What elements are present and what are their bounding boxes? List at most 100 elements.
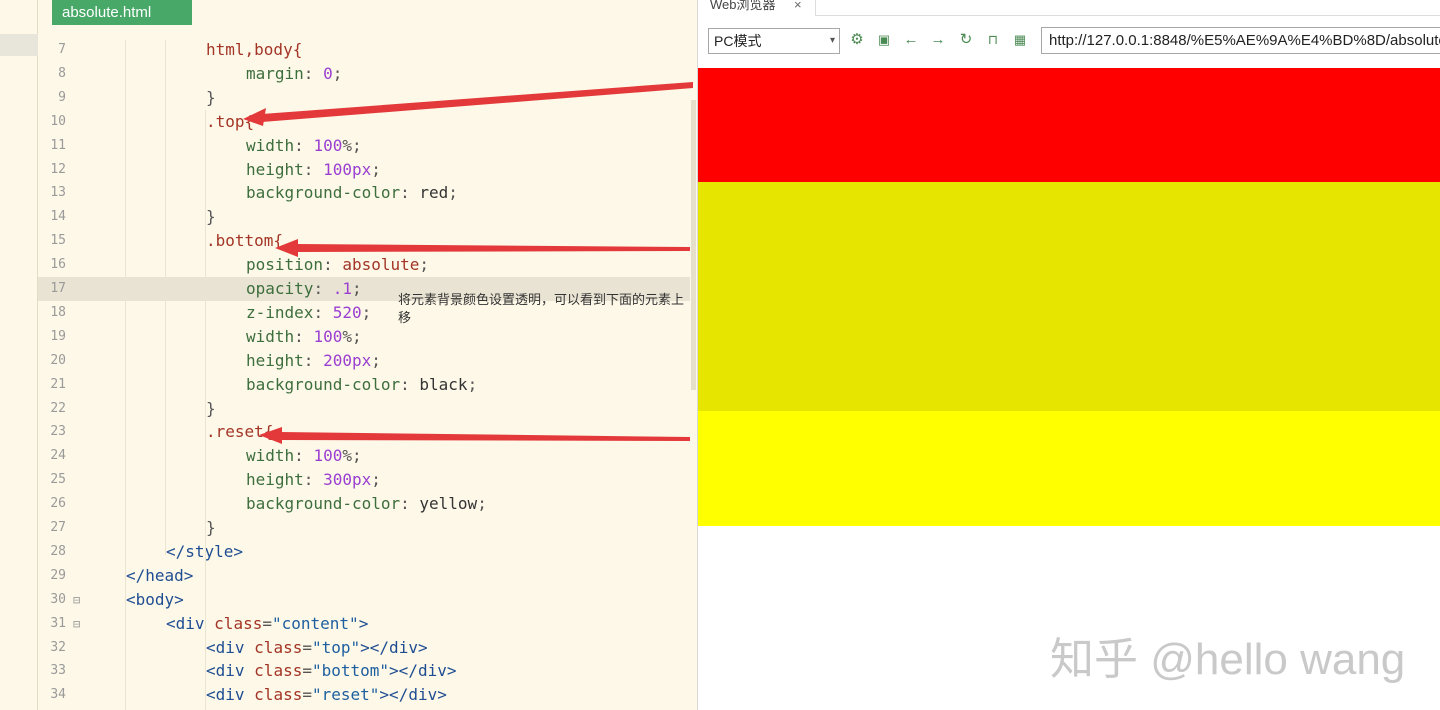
code-token: <body> <box>126 589 184 609</box>
settings-icon[interactable]: ⚙ <box>848 30 866 50</box>
browser-tab[interactable]: Web浏览器 × <box>698 0 816 16</box>
code-token: margin <box>246 63 304 83</box>
code-token: width <box>246 135 295 155</box>
fold-toggle-icon[interactable]: ⊟ <box>73 588 80 612</box>
code-line[interactable]: 34 <div class="reset"></div> <box>38 683 690 707</box>
code-token: : <box>400 374 420 394</box>
code-line[interactable]: 8 margin: 0; <box>38 62 690 86</box>
code-text: <div class="content"> <box>166 612 368 636</box>
code-token: z-index <box>246 302 314 322</box>
code-token: : <box>313 279 333 298</box>
code-line[interactable]: 16 position: absolute; <box>38 253 690 277</box>
line-number: 29 <box>50 567 66 583</box>
file-tab-absolute-html[interactable]: absolute.html <box>52 0 192 25</box>
chevron-down-icon: ▾ <box>829 35 835 46</box>
code-text: } <box>206 397 216 421</box>
code-line[interactable]: 28</style> <box>38 540 690 564</box>
code-line[interactable]: 9} <box>38 86 690 110</box>
code-line[interactable]: 13 background-color: red; <box>38 181 690 205</box>
close-icon[interactable]: × <box>794 0 802 11</box>
code-line[interactable]: 26 background-color: yellow; <box>38 492 690 516</box>
code-token: ></div> <box>389 661 457 681</box>
refresh-icon[interactable]: ↻ <box>957 30 975 50</box>
code-text: height: 100px; <box>246 158 381 182</box>
line-number: 10 <box>50 113 66 129</box>
browser-tab-label: Web浏览器 <box>710 0 776 12</box>
qrcode-icon[interactable]: ▦ <box>1011 30 1029 50</box>
code-line[interactable]: 14} <box>38 205 690 229</box>
code-token: "reset" <box>311 685 380 705</box>
code-line[interactable]: 10 .top{ <box>38 110 690 134</box>
mode-select-value: PC模式 <box>714 33 762 49</box>
code-text: width: 100%; <box>246 134 362 158</box>
line-number: 28 <box>50 543 66 559</box>
indent-guide <box>165 40 166 555</box>
code-line[interactable]: 7 html,body{ <box>38 38 690 62</box>
code-token: : <box>303 63 324 83</box>
code-token: "bottom" <box>311 661 390 681</box>
watermark: 知乎 @hello wang <box>1050 635 1406 684</box>
code-line[interactable]: 12 height: 100px; <box>38 158 690 182</box>
code-token: : <box>294 326 314 346</box>
code-token: <div <box>206 685 255 705</box>
code-token: %; <box>342 446 362 466</box>
code-line[interactable]: 30 ⊟ <body> <box>38 588 690 612</box>
editor-scrollbar[interactable] <box>691 100 696 390</box>
code-token: 100 <box>313 135 343 155</box>
fold-toggle-icon[interactable]: ⊟ <box>73 612 80 636</box>
code-token: background-color <box>246 374 401 394</box>
code-line[interactable]: 11 width: 100%; <box>38 134 690 158</box>
code-text: background-color: red; <box>246 181 458 205</box>
code-token: absolute <box>342 255 420 275</box>
code-line[interactable]: 29 </head> <box>38 564 690 588</box>
code-token: : <box>400 183 420 203</box>
url-input[interactable]: http://127.0.0.1:8848/%E5%AE%9A%E4%BD%8D… <box>1041 27 1440 54</box>
line-number: 33 <box>50 663 66 679</box>
console-icon[interactable]: ▣ <box>875 30 893 50</box>
code-line[interactable]: 25 height: 300px; <box>38 468 690 492</box>
code-text: background-color: black; <box>246 373 477 397</box>
strip-marker <box>0 34 38 56</box>
code-token: ; <box>371 159 381 179</box>
lock-icon[interactable]: ⊓ <box>984 30 1002 50</box>
code-line[interactable]: 23 .reset{ <box>38 420 690 444</box>
editor-left-strip <box>0 0 38 710</box>
line-number: 14 <box>50 209 66 225</box>
olive-block <box>698 182 1440 411</box>
code-text: z-index: 520; <box>246 301 371 325</box>
code-line[interactable]: 21 background-color: black; <box>38 373 690 397</box>
back-arrow-icon[interactable]: ← <box>902 30 920 50</box>
code-line[interactable]: 31 ⊟ <div class="content"> <box>38 612 690 636</box>
code-line[interactable]: 33 <div class="bottom"></div> <box>38 659 690 683</box>
mode-select[interactable]: PC模式 ▾ <box>708 28 840 54</box>
forward-arrow-icon[interactable]: → <box>929 30 947 50</box>
code-line[interactable]: 22} <box>38 397 690 421</box>
code-token: class <box>214 613 263 633</box>
code-token: width <box>246 326 295 346</box>
code-token: height <box>246 350 304 370</box>
code-line[interactable]: 24 width: 100%; <box>38 444 690 468</box>
code-token: > <box>358 613 369 633</box>
code-line[interactable]: 19 width: 100%; <box>38 325 690 349</box>
red-block <box>698 68 1440 182</box>
code-token: red <box>419 183 449 203</box>
line-number: 15 <box>50 233 66 249</box>
code-token: .top{ <box>206 111 255 131</box>
code-line[interactable]: 20 height: 200px; <box>38 349 690 373</box>
code-line[interactable]: 27} <box>38 516 690 540</box>
code-token: ></div> <box>379 685 447 705</box>
code-line[interactable]: 32 <div class="top"></div> <box>38 636 690 660</box>
line-number: 23 <box>50 424 66 440</box>
line-number: 27 <box>50 520 66 535</box>
code-token: .reset{ <box>206 422 274 442</box>
code-text: .reset{ <box>206 420 273 444</box>
code-line[interactable]: 15 .bottom{ <box>38 229 690 253</box>
code-token: %; <box>342 326 362 346</box>
code-token: class <box>254 685 303 705</box>
line-number: 16 <box>50 257 66 273</box>
line-number: 31 <box>50 615 66 631</box>
line-number: 22 <box>50 400 66 416</box>
code-token: } <box>206 87 216 107</box>
code-token: class <box>254 661 303 681</box>
code-editor[interactable]: absolute.html 7 html,body{8 margin: 0; 9} 10… <box>0 0 697 710</box>
